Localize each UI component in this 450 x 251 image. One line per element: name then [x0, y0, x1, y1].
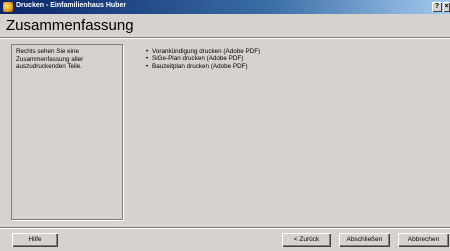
- footer-divider: [0, 227, 450, 229]
- back-button[interactable]: < Zurück: [282, 233, 331, 247]
- summary-list: • Vorankündigung drucken (Adobe PDF) • SiG…: [146, 48, 260, 70]
- header-divider: [0, 37, 450, 39]
- list-item-label: SiGe-Plan drucken (Adobe PDF): [152, 55, 244, 63]
- title-bar[interactable]: Drucken - Einfamilienhaus Huber ? ×: [0, 0, 450, 14]
- cancel-button[interactable]: Abbrechen: [398, 233, 449, 247]
- window-title: Drucken - Einfamilienhaus Huber: [16, 2, 127, 9]
- list-item: • Vorankündigung drucken (Adobe PDF): [146, 48, 260, 55]
- info-text: Rechts sehen Sie eine Zusammenfassung al…: [16, 48, 84, 71]
- close-button[interactable]: ×: [443, 2, 450, 12]
- list-item-label: Bauzeitplan drucken (Adobe PDF): [152, 62, 248, 70]
- info-panel: Rechts sehen Sie eine Zusammenfassung al…: [11, 44, 123, 220]
- help-title-button[interactable]: ?: [432, 2, 442, 12]
- finish-button[interactable]: Abschließen: [339, 233, 390, 247]
- list-item: • SiGe-Plan drucken (Adobe PDF): [146, 55, 260, 62]
- list-item-label: Vorankündigung drucken (Adobe PDF): [152, 48, 261, 55]
- help-button[interactable]: Hilfe: [12, 233, 58, 247]
- app-icon: [3, 2, 13, 12]
- page-title: Zusammenfassung: [6, 17, 134, 34]
- list-item: • Bauzeitplan drucken (Adobe PDF): [146, 63, 260, 70]
